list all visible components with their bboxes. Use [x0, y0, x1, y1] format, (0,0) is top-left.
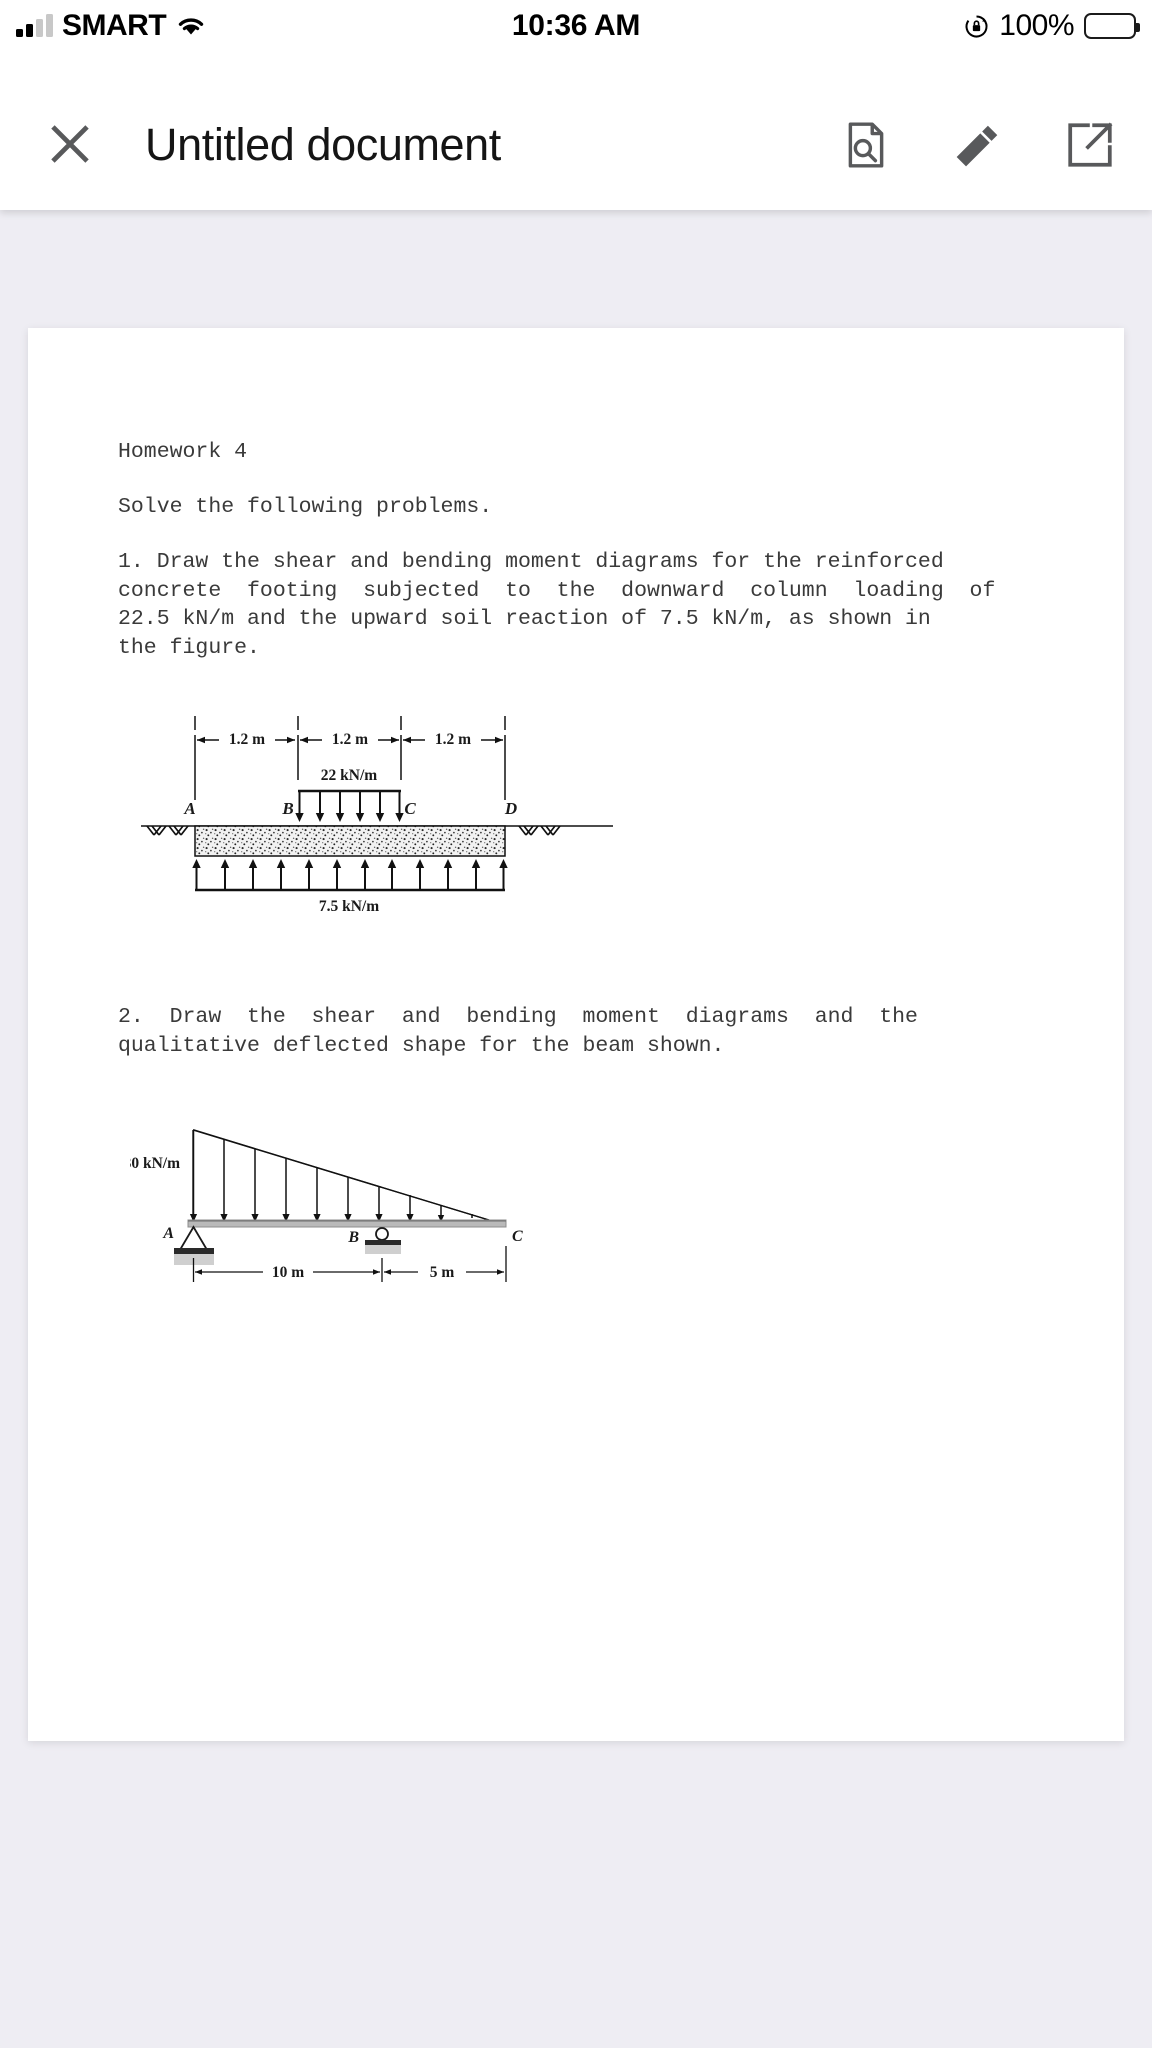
status-bar-left: SMART [16, 0, 207, 52]
figure1-bottom-load-label: 7.5 kN/m [319, 898, 379, 915]
figure2-node-b: B [347, 1229, 359, 1246]
figure2-span-right: 5 m [430, 1264, 455, 1281]
figure1-node-d: D [504, 799, 517, 818]
page-trailing-space [118, 1287, 1048, 1667]
wifi-icon [175, 14, 207, 38]
problem-2-line-1: 2. Draw the shear and bending moment dia… [118, 1005, 918, 1029]
figure1-dim-left: 1.2 m [229, 731, 265, 748]
problem-1-line-1: 1. Draw the shear and bending moment dia… [118, 550, 944, 574]
problem-1-text: 1. Draw the shear and bending moment dia… [118, 548, 1048, 662]
document-search-icon [848, 122, 884, 168]
share-button[interactable] [1064, 119, 1116, 171]
edit-button[interactable] [952, 119, 1004, 171]
document-heading: Homework 4 [118, 440, 248, 464]
figure1-node-b: B [281, 799, 293, 818]
figure1-dim-mid: 1.2 m [332, 731, 368, 748]
battery-full-icon [1084, 13, 1140, 39]
problem-1-line-3: 22.5 kN/m and the upward soil reaction o… [118, 607, 931, 631]
figure1-dim-right: 1.2 m [435, 731, 471, 748]
figure1-node-a: A [183, 799, 195, 818]
figure2-span-left: 10 m [272, 1264, 304, 1281]
page-title[interactable]: Untitled document [145, 107, 501, 183]
document-search-button[interactable] [840, 119, 892, 171]
figure-beam-diagram: 30 kN/m A B C [124, 1112, 630, 1287]
app-header: Untitled document [0, 52, 1152, 210]
rotation-lock-icon [964, 14, 989, 39]
figure1-node-c: C [404, 799, 416, 818]
status-bar-right: 100% [964, 0, 1140, 52]
figure2-node-c: C [512, 1228, 523, 1245]
header-actions [840, 114, 1116, 176]
status-bar-clock: 10:36 AM [511, 9, 641, 42]
close-button[interactable] [40, 114, 100, 174]
carrier-label: SMART [62, 9, 167, 42]
share-export-icon [1068, 122, 1113, 167]
problem-1-line-2: concrete footing subjected to the downwa… [118, 578, 996, 603]
close-icon [51, 125, 89, 163]
battery-percent-label: 100% [999, 9, 1074, 42]
signal-bars-icon [16, 14, 53, 37]
document-body: Homework 4 Solve the following problems.… [118, 438, 1048, 1667]
figure2-node-a: A [162, 1225, 174, 1242]
problem-2-text: 2. Draw the shear and bending moment dia… [118, 1003, 1048, 1060]
figure-footing-diagram: 1.2 m 1.2 m 1.2 m 22 kN/m A B C D 7.5 kN… [133, 702, 633, 917]
problem-2-line-2: qualitative deflected shape for the beam… [118, 1033, 725, 1058]
figure1-top-load-label: 22 kN/m [321, 767, 377, 784]
document-page[interactable]: Homework 4 Solve the following problems.… [28, 328, 1124, 1741]
status-bar: SMART 10:36 AM 100% [0, 0, 1152, 52]
document-intro: Solve the following problems. [118, 495, 493, 519]
pencil-edit-icon [956, 125, 998, 167]
problem-1-line-4: the figure. [118, 635, 260, 660]
app-root: SMART 10:36 AM 100% Untitled document Ho… [0, 0, 1152, 2048]
figure2-load-label: 30 kN/m [130, 1155, 180, 1172]
